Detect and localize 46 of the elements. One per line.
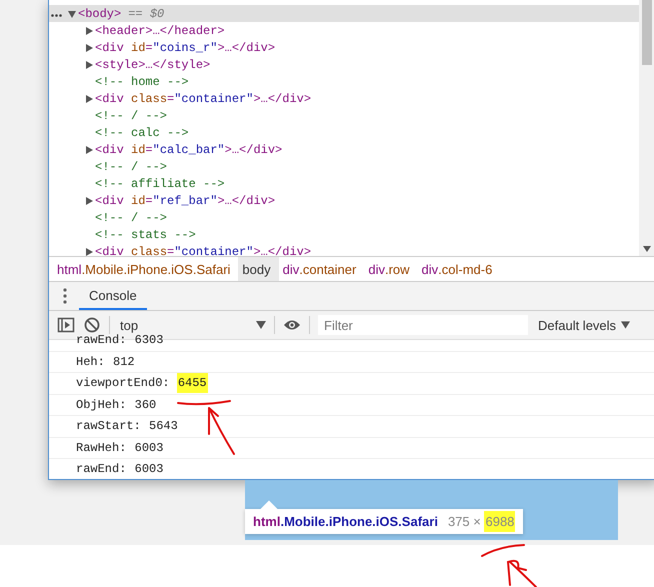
dom-node[interactable]: <div id="ref_bar">…</div> (95, 194, 276, 208)
console-message: ObjHeh: 360 (49, 394, 654, 416)
dom-node[interactable]: <div id="coins_r">…</div> (95, 40, 276, 54)
collapsed-triangle-icon[interactable] (84, 196, 94, 206)
console-message: viewportEnd0: 6455 (49, 373, 654, 394)
scrollbar[interactable] (639, 0, 654, 256)
console-message: Heh: 812 (49, 352, 654, 373)
breadcrumb[interactable]: body (238, 257, 279, 281)
ellipsis-icon[interactable] (51, 14, 62, 16)
breadcrumb[interactable]: html.Mobile.iPhone.iOS.Safari (53, 257, 238, 281)
dom-comment[interactable]: <!-- / --> (95, 108, 168, 122)
dom-node[interactable]: <style>…</style> (95, 58, 210, 72)
dom-node[interactable]: <body> (78, 6, 122, 20)
collapsed-triangle-icon[interactable] (84, 246, 94, 256)
expanded-triangle-icon[interactable] (67, 8, 77, 18)
collapsed-triangle-icon[interactable] (84, 60, 94, 70)
dom-node[interactable]: <div class="container">…</div> (95, 92, 312, 106)
dom-comment[interactable]: <!-- affiliate --> (95, 176, 225, 190)
dom-comment[interactable]: <!-- / --> (95, 210, 168, 224)
selected-node-note: == $0 (128, 6, 164, 20)
breadcrumb[interactable]: div.container (278, 257, 364, 281)
collapsed-triangle-icon[interactable] (84, 26, 94, 36)
dom-node[interactable]: <header>…</header> (95, 24, 225, 38)
scroll-down-arrow-icon[interactable] (643, 246, 651, 252)
console-message: rawStart: 5643 (49, 416, 654, 438)
dom-comment[interactable]: <!-- / --> (95, 160, 168, 174)
collapsed-triangle-icon[interactable] (84, 144, 94, 154)
scrollbar-thumb[interactable] (642, 0, 652, 65)
console-message: RawHeh: 6003 (49, 438, 654, 459)
context-dropdown[interactable]: top (118, 318, 266, 332)
dom-comment[interactable]: <!-- calc --> (95, 126, 189, 140)
sidebar-toggle-icon[interactable] (57, 316, 75, 334)
collapsed-triangle-icon[interactable] (84, 42, 94, 52)
more-menu-icon[interactable] (63, 288, 67, 304)
breadcrumb[interactable]: div.row (364, 257, 418, 281)
dropdown-caret-icon[interactable] (256, 321, 266, 329)
dom-comment[interactable]: <!-- home --> (95, 74, 189, 88)
filter-field[interactable]: Filter (318, 315, 528, 335)
dom-comment[interactable]: <!-- stats --> (95, 228, 196, 242)
dropdown-caret-icon[interactable] (621, 321, 630, 329)
dom-node[interactable]: <div id="calc_bar">…</div> (95, 142, 282, 156)
levels-dropdown[interactable]: Default levels (538, 318, 630, 332)
clear-icon[interactable] (83, 316, 101, 334)
collapsed-triangle-icon[interactable] (84, 94, 94, 104)
dom-node[interactable]: <div class="container">…</div> (95, 244, 312, 256)
breadcrumb[interactable]: div.col-md-6 (418, 257, 500, 281)
